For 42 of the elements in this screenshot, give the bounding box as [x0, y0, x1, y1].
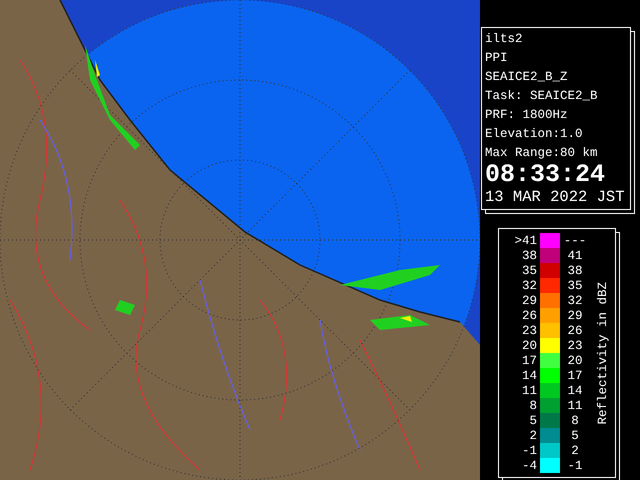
legend-value: 11	[520, 384, 538, 398]
legend-value: 35	[520, 264, 538, 278]
legend-value: 8	[570, 414, 580, 428]
info-text: Max Range:80 km	[485, 145, 599, 162]
info-text: ilts2	[485, 31, 524, 48]
legend-value: 17	[520, 354, 538, 368]
info-text: PPI	[485, 50, 509, 67]
time-text: 08:33:24	[485, 163, 606, 187]
legend-value: 8	[528, 398, 538, 412]
legend-value: -1	[520, 444, 538, 458]
legend-value: 5	[528, 414, 538, 428]
legend-value: 35	[566, 278, 584, 292]
info-text: PRF: 1800Hz	[485, 107, 569, 124]
legend-value: 20	[566, 354, 584, 368]
legend-value: 11	[566, 398, 584, 412]
info-text: Task: SEAICE2_B	[485, 88, 599, 105]
legend-value: 14	[520, 368, 538, 382]
legend-value: 29	[566, 308, 584, 322]
legend-value: 23	[566, 338, 584, 352]
legend-value: 32	[520, 278, 538, 292]
info-text: Elevation:1.0	[485, 126, 584, 143]
legend-value: 23	[520, 324, 538, 338]
legend-value: 26	[520, 308, 538, 322]
axis-label: Reflectivity in dBZ	[596, 282, 610, 424]
legend-value: 38	[520, 248, 538, 262]
info-text: SEAICE2_B_Z	[485, 69, 569, 86]
legend-value: 32	[566, 294, 584, 308]
legend-value: 29	[520, 294, 538, 308]
legend-value: -1	[566, 458, 584, 472]
legend-value: 2	[570, 444, 580, 458]
legend-value: 20	[520, 338, 538, 352]
legend-value: ---	[562, 234, 588, 248]
legend-value: 2	[528, 428, 538, 442]
legend-value: 5	[570, 428, 580, 442]
legend-value: >41	[513, 234, 538, 248]
date-text: 13 MAR 2022 JST	[485, 187, 625, 207]
legend-value: 17	[566, 368, 584, 382]
legend-value: 26	[566, 324, 584, 338]
legend-value: 38	[566, 264, 584, 278]
legend-value: 41	[566, 248, 584, 262]
legend-value: 14	[566, 384, 584, 398]
legend-value: -4	[520, 458, 538, 472]
